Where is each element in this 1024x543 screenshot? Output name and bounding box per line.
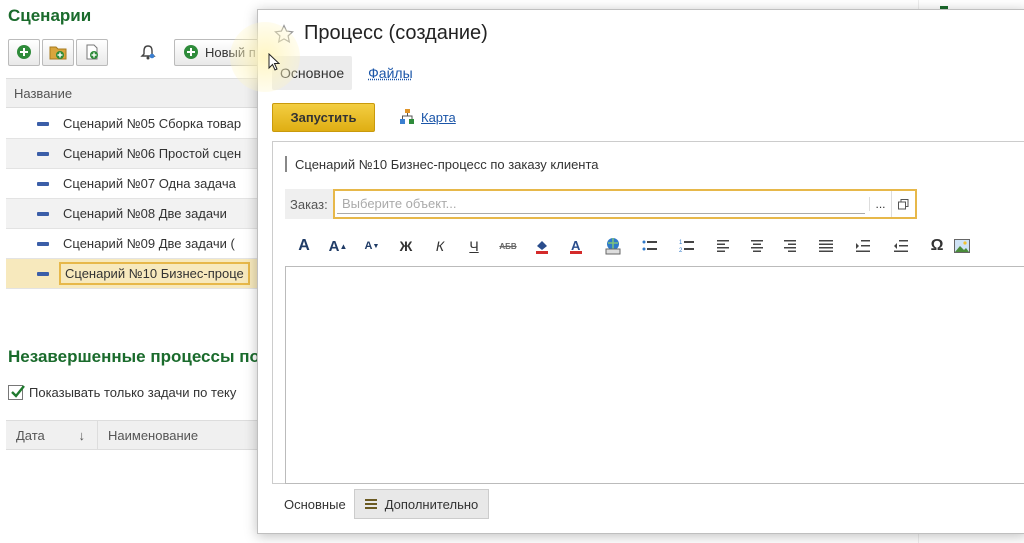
font-color-icon[interactable]: A: [559, 235, 593, 257]
mouse-cursor-icon: [268, 53, 280, 71]
order-input-text[interactable]: Выберите объект...: [337, 194, 865, 214]
tab-additional[interactable]: Дополнительно: [353, 489, 490, 519]
processes-grid-header: Дата ↓ Наименование: [6, 420, 258, 450]
map-link[interactable]: Карта: [398, 108, 456, 126]
order-select-button[interactable]: ...: [869, 197, 891, 211]
scenarios-grid-header[interactable]: Название: [6, 78, 258, 108]
unfinished-processes-title: Незавершенные процессы по: [8, 347, 260, 366]
underline-button[interactable]: Ч: [457, 235, 491, 257]
table-row-selected[interactable]: Сценарий №10 Бизнес-проце: [6, 259, 258, 289]
checkmark-icon: [11, 385, 25, 398]
show-only-tasks-checkbox-row[interactable]: Показывать только задачи по теку: [8, 385, 236, 400]
add-icon: [17, 45, 31, 59]
bullet-list-icon[interactable]: [633, 235, 667, 257]
item-marker-icon: [37, 152, 49, 156]
numbered-list-icon[interactable]: 12: [667, 235, 707, 257]
menu-icon: [364, 499, 377, 509]
item-marker-icon: [37, 182, 49, 186]
font-decrease-icon[interactable]: A ▼: [355, 235, 389, 257]
bold-button[interactable]: Ж: [389, 235, 423, 257]
column-date-label: Дата: [16, 427, 45, 443]
tab-basic[interactable]: Основные: [272, 489, 354, 519]
item-marker-icon: [37, 212, 49, 216]
align-center-icon[interactable]: [741, 235, 773, 257]
font-icon[interactable]: A: [287, 235, 321, 257]
description-editor[interactable]: [285, 266, 1024, 484]
italic-button[interactable]: К: [423, 235, 457, 257]
open-window-icon: [898, 198, 909, 209]
bottom-tabs: Основные Дополнительно: [272, 489, 490, 519]
order-input[interactable]: Выберите объект... ...: [333, 189, 917, 219]
item-marker-icon: [37, 242, 49, 246]
column-date-header[interactable]: Дата ↓: [6, 421, 98, 449]
row-label: Сценарий №05 Сборка товар: [63, 116, 242, 131]
copy-icon: [86, 44, 98, 60]
star-icon[interactable]: [274, 23, 294, 44]
formatting-toolbar: A A ▲ A ▼ Ж К Ч АБВ A 1 2 Ω: [287, 234, 973, 258]
new-button-label: Новый п: [205, 44, 256, 60]
scenario-heading: Сценарий №10 Бизнес-процесс по заказу кл…: [285, 156, 599, 172]
tab-additional-label: Дополнительно: [384, 496, 479, 512]
fill-color-icon[interactable]: [525, 235, 559, 257]
dialog-header: Процесс (создание): [274, 22, 488, 45]
scenarios-toolbar: Новый п: [8, 38, 265, 66]
scenario-title: Сценарий №10 Бизнес-процесс по заказу кл…: [295, 156, 599, 172]
bell-icon: [140, 45, 156, 60]
row-label: Сценарий №08 Две задачи: [63, 206, 227, 221]
item-marker-icon: [37, 272, 49, 276]
dialog-tabs: Основное Файлы: [272, 56, 413, 90]
svg-text:A: A: [571, 238, 581, 253]
copy-button[interactable]: [76, 38, 108, 66]
dialog-title: Процесс (создание): [304, 22, 488, 44]
table-row[interactable]: Сценарий №07 Одна задача: [6, 169, 258, 199]
task-form-panel: Сценарий №10 Бизнес-процесс по заказу кл…: [272, 141, 1024, 484]
table-row[interactable]: Сценарий №05 Сборка товар: [6, 109, 258, 139]
start-button[interactable]: Запустить: [272, 103, 375, 132]
indent-decrease-icon[interactable]: [879, 235, 923, 257]
add-folder-icon: [49, 46, 67, 60]
new-button[interactable]: Новый п: [174, 38, 265, 66]
add-icon: [184, 45, 198, 59]
table-row[interactable]: Сценарий №09 Две задачи (: [6, 229, 258, 259]
row-label: Сценарий №07 Одна задача: [63, 176, 236, 191]
align-right-icon[interactable]: [773, 235, 805, 257]
row-label: Сценарий №10 Бизнес-проце: [59, 262, 250, 285]
map-link-label: Карта: [421, 109, 456, 125]
process-create-dialog: Процесс (создание) Основное Файлы Запуст…: [257, 9, 1024, 534]
scenarios-list: Сценарий №05 Сборка товар Сценарий №06 П…: [6, 109, 258, 289]
special-char-button[interactable]: Ω: [923, 235, 951, 257]
order-label: Заказ:: [290, 196, 328, 212]
order-open-button[interactable]: [891, 191, 915, 217]
insert-link-icon[interactable]: [593, 235, 633, 257]
tab-main[interactable]: Основное: [272, 56, 353, 90]
insert-image-icon[interactable]: [951, 235, 973, 257]
scenarios-title: Сценарии: [8, 6, 92, 25]
svg-text:1: 1: [679, 240, 683, 246]
tab-files[interactable]: Файлы: [368, 65, 412, 81]
column-name-header: Название: [14, 85, 73, 101]
svg-text:2: 2: [679, 248, 683, 253]
show-only-tasks-checkbox[interactable]: [8, 385, 25, 400]
strikethrough-button[interactable]: АБВ: [491, 235, 525, 257]
create-button[interactable]: [8, 38, 40, 66]
heading-bar: [285, 156, 287, 172]
map-icon: [400, 109, 414, 124]
row-label: Сценарий №06 Простой сцен: [63, 146, 242, 161]
indent-increase-icon[interactable]: [847, 235, 879, 257]
item-marker-icon: [37, 122, 49, 126]
table-row[interactable]: Сценарий №06 Простой сцен: [6, 139, 258, 169]
create-folder-button[interactable]: [42, 38, 74, 66]
align-justify-icon[interactable]: [805, 235, 847, 257]
sort-arrow-icon: ↓: [78, 427, 86, 443]
order-field-row: Заказ: Выберите объект... ...: [285, 189, 917, 219]
notification-button[interactable]: [136, 39, 160, 66]
font-increase-icon[interactable]: A ▲: [321, 235, 355, 257]
column-title-label: Наименование: [108, 427, 199, 443]
table-row[interactable]: Сценарий №08 Две задачи: [6, 199, 258, 229]
align-left-icon[interactable]: [707, 235, 741, 257]
column-title-header[interactable]: Наименование: [98, 428, 198, 443]
row-label: Сценарий №09 Две задачи (: [63, 236, 235, 251]
checkbox-label: Показывать только задачи по теку: [29, 385, 237, 400]
